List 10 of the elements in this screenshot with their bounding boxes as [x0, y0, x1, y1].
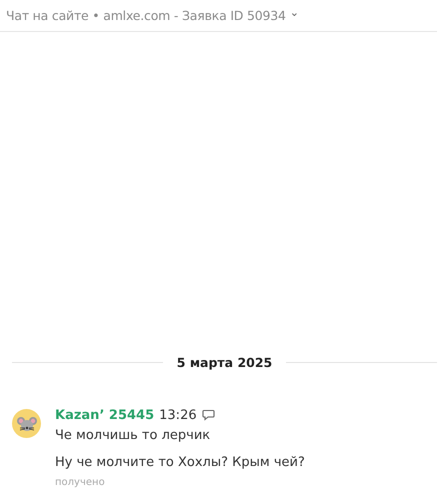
- mouse-icon: [16, 416, 36, 432]
- chat-title: Чат на сайте • amlxe.com - Заявка ID 50934: [6, 8, 286, 23]
- message-text: Ну че молчите то Хохлы? Крым чей?: [55, 455, 305, 471]
- chat-bubble-icon[interactable]: [202, 409, 215, 421]
- author-name[interactable]: Kazan’ 25445: [55, 408, 154, 422]
- dropdown-toggle[interactable]: ⌄: [290, 7, 299, 18]
- date-separator: 5 марта 2025: [176, 354, 272, 370]
- delivery-status: получено: [55, 477, 106, 488]
- message-text: Че молчишь то лерчик: [55, 428, 212, 444]
- message-time: 13:26: [159, 408, 197, 422]
